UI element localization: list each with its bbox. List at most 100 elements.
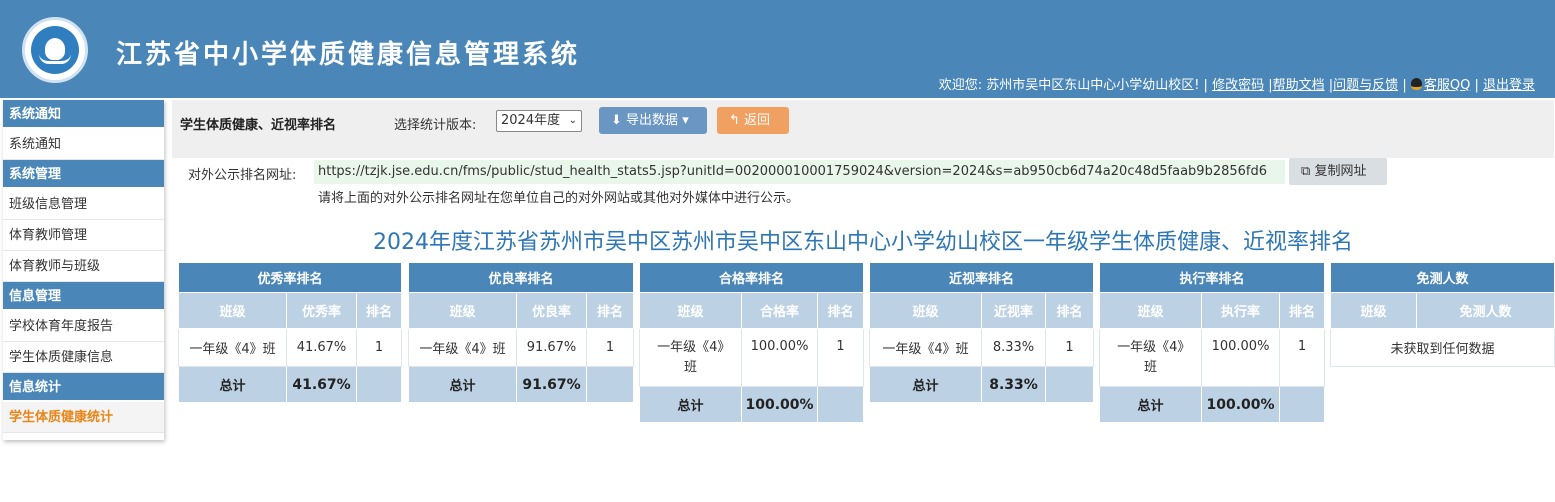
- column-header: 排名: [817, 292, 864, 329]
- column-header: 排名: [1279, 292, 1325, 329]
- class-cell: 一年级《4》班: [869, 328, 982, 367]
- column-header: 班级: [1330, 292, 1417, 329]
- app-title: 江苏省中小学体质健康信息管理系统: [116, 40, 581, 70]
- total-value: 91.67%: [516, 366, 587, 403]
- rate-cell: 41.67%: [286, 328, 357, 367]
- sidebar-group-info-manage[interactable]: 信息管理: [3, 282, 164, 311]
- total-rank: [817, 386, 864, 423]
- version-label: 选择统计版本:: [394, 118, 477, 133]
- table-caption: 近视率排名: [869, 262, 1094, 293]
- table-row: 一年级《4》班 8.33% 1: [869, 328, 1094, 367]
- exempt-count-table: 免测人数 班级 免测人数 未获取到任何数据: [1330, 262, 1555, 367]
- reply-arrow-icon: ↰: [729, 113, 740, 128]
- rank-cell: 1: [586, 328, 634, 367]
- export-data-button[interactable]: ⬇ 导出数据 ▾: [599, 107, 707, 134]
- total-label: 总计: [639, 386, 742, 423]
- table-caption: 执行率排名: [1099, 262, 1325, 293]
- table-caption: 合格率排名: [639, 262, 864, 293]
- column-header: 执行率: [1201, 292, 1280, 329]
- sidebar: 系统通知 系统通知 系统管理 班级信息管理 体育教师管理 体育教师与班级 信息管…: [3, 100, 164, 440]
- copy-url-button[interactable]: ⧉ 复制网址: [1289, 158, 1387, 185]
- qq-penguin-icon: [1410, 78, 1422, 90]
- rank-cell: 1: [356, 328, 402, 367]
- column-header: 排名: [1045, 292, 1094, 329]
- support-qq-link[interactable]: 客服QQ: [1424, 78, 1470, 93]
- column-header: 排名: [356, 292, 402, 329]
- table-caption: 优良率排名: [408, 262, 634, 293]
- sidebar-item-annual-report[interactable]: 学校体育年度报告: [3, 311, 164, 342]
- pass-rate-table: 合格率排名 班级 合格率 排名 一年级《4》班 100.00% 1 总计 100…: [639, 262, 864, 423]
- back-button[interactable]: ↰ 返回: [717, 107, 789, 134]
- good-rate-table: 优良率排名 班级 优良率 排名 一年级《4》班 91.67% 1 总计 91.6…: [408, 262, 634, 403]
- change-password-link[interactable]: 修改密码: [1212, 78, 1264, 93]
- school-health-logo-icon: [22, 17, 88, 83]
- sidebar-group-statistics[interactable]: 信息统计: [3, 373, 164, 402]
- sidebar-item-health-stats[interactable]: 学生体质健康统计: [3, 402, 164, 433]
- myopia-rate-table: 近视率排名 班级 近视率 排名 一年级《4》班 8.33% 1 总计 8.33%: [869, 262, 1094, 403]
- rank-cell: 1: [817, 328, 864, 387]
- column-header: 班级: [639, 292, 742, 329]
- back-label: 返回: [744, 113, 771, 128]
- chevron-down-icon: ⌄: [568, 115, 577, 126]
- total-rank: [1279, 386, 1325, 423]
- sidebar-item-system-notice[interactable]: 系统通知: [3, 129, 164, 160]
- sidebar-group-system-manage[interactable]: 系统管理: [3, 160, 164, 189]
- table-row: 一年级《4》班 100.00% 1: [639, 328, 864, 387]
- total-rank: [356, 366, 402, 403]
- report-title: 2024年度江苏省苏州市吴中区苏州市吴中区东山中心小学幼山校区一年级学生体质健康…: [373, 230, 1353, 255]
- public-url-hint: 请将上面的对外公示排名网址在您单位自己的对外网站或其他对外媒体中进行公示。: [318, 191, 800, 206]
- rate-cell: 8.33%: [981, 328, 1046, 367]
- column-header: 班级: [869, 292, 982, 329]
- total-value: 100.00%: [741, 386, 818, 423]
- column-header: 合格率: [741, 292, 818, 329]
- logout-link[interactable]: 退出登录: [1483, 78, 1535, 93]
- rank-cell: 1: [1279, 328, 1325, 387]
- feedback-link[interactable]: |问题与反馈: [1329, 78, 1398, 93]
- rate-cell: 100.00%: [741, 328, 818, 387]
- column-header: 近视率: [981, 292, 1046, 329]
- sidebar-item-health-info[interactable]: 学生体质健康信息: [3, 342, 164, 373]
- rate-cell: 91.67%: [516, 328, 587, 367]
- table-caption: 优秀率排名: [178, 262, 402, 293]
- sidebar-item-teacher-class[interactable]: 体育教师与班级: [3, 251, 164, 282]
- user-bar: 欢迎您: 苏州市吴中区东山中心小学幼山校区! | 修改密码 |帮助文档 |问题与…: [939, 74, 1535, 93]
- total-rank: [586, 366, 634, 403]
- total-label: 总计: [869, 366, 982, 403]
- column-header: 班级: [408, 292, 517, 329]
- version-select-value: 2024年度: [501, 113, 561, 128]
- total-rank: [1045, 366, 1094, 403]
- public-url-label: 对外公示排名网址:: [188, 168, 297, 183]
- public-url-field[interactable]: https://tzjk.jse.edu.cn/fms/public/stud_…: [314, 160, 1285, 184]
- caret-down-icon: ▾: [682, 113, 689, 128]
- table-row: 一年级《4》班 100.00% 1: [1099, 328, 1325, 387]
- class-cell: 一年级《4》班: [1099, 328, 1202, 387]
- copy-url-label: 复制网址: [1314, 164, 1367, 179]
- empty-row: 未获取到任何数据: [1330, 328, 1555, 367]
- table-row: 一年级《4》班 41.67% 1: [178, 328, 402, 367]
- total-row: 总计 100.00%: [1099, 386, 1325, 423]
- version-select[interactable]: 2024年度 ⌄: [496, 110, 582, 132]
- separator: |: [1402, 78, 1407, 93]
- column-header: 优秀率: [286, 292, 357, 329]
- column-header: 优良率: [516, 292, 587, 329]
- page-title: 学生体质健康、近视率排名: [180, 118, 337, 133]
- total-value: 41.67%: [286, 366, 357, 403]
- app-header: 江苏省中小学体质健康信息管理系统 欢迎您: 苏州市吴中区东山中心小学幼山校区! …: [0, 0, 1555, 98]
- sidebar-group-notice[interactable]: 系统通知: [3, 100, 164, 129]
- table-caption: 免测人数: [1330, 262, 1555, 293]
- execution-rate-table: 执行率排名 班级 执行率 排名 一年级《4》班 100.00% 1 总计 100…: [1099, 262, 1325, 423]
- sidebar-item-class-info[interactable]: 班级信息管理: [3, 189, 164, 220]
- total-row: 总计 100.00%: [639, 386, 864, 423]
- sidebar-item-pe-teachers[interactable]: 体育教师管理: [3, 220, 164, 251]
- total-value: 8.33%: [981, 366, 1046, 403]
- welcome-text: 欢迎您: 苏州市吴中区东山中心小学幼山校区! |: [938, 78, 1208, 93]
- column-header: 班级: [178, 292, 287, 329]
- total-label: 总计: [178, 366, 287, 403]
- help-docs-link[interactable]: |帮助文档: [1268, 78, 1324, 93]
- download-icon: ⬇: [611, 113, 622, 128]
- column-header: 排名: [586, 292, 634, 329]
- copy-icon: ⧉: [1301, 164, 1311, 179]
- rank-cell: 1: [1045, 328, 1094, 367]
- excellent-rate-table: 优秀率排名 班级 优秀率 排名 一年级《4》班 41.67% 1 总计 41.6…: [178, 262, 402, 403]
- total-row: 总计 41.67%: [178, 366, 402, 403]
